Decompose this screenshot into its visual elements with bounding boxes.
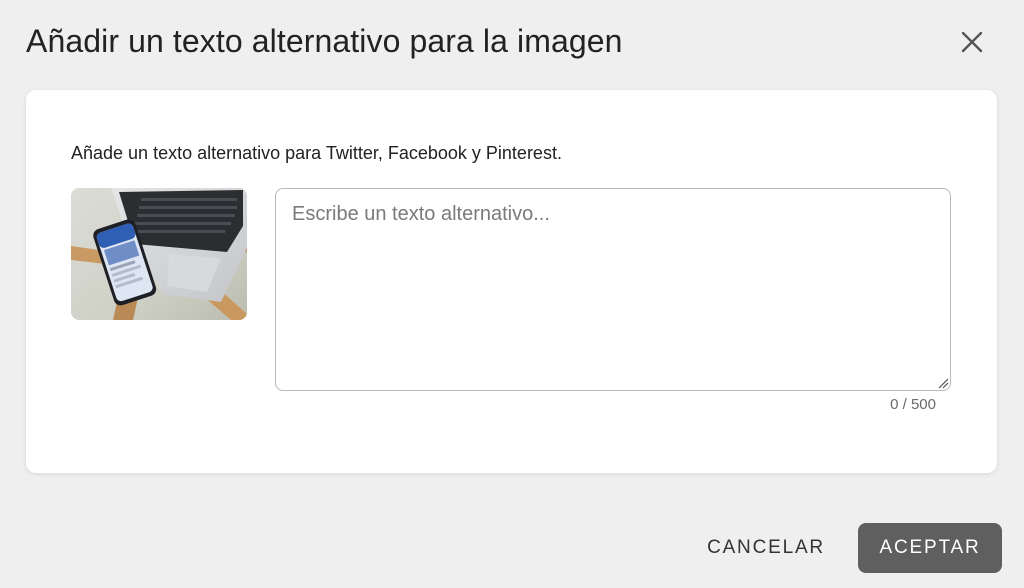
character-counter: 0 / 500 — [890, 396, 936, 413]
dialog-card: Añade un texto alternativo para Twitter,… — [26, 90, 997, 473]
helper-text: Añade un texto alternativo para Twitter,… — [71, 143, 562, 163]
photo-thumbnail — [71, 188, 247, 320]
close-button[interactable] — [954, 24, 990, 60]
close-icon — [961, 31, 983, 53]
alt-text-input[interactable] — [275, 188, 951, 391]
resize-handle-icon[interactable] — [937, 377, 949, 389]
dialog-title: Añadir un texto alternativo para la imag… — [26, 23, 623, 59]
accept-button[interactable]: ACEPTAR — [858, 523, 1002, 573]
cancel-button[interactable]: CANCELAR — [694, 523, 838, 573]
image-thumbnail — [71, 188, 247, 320]
